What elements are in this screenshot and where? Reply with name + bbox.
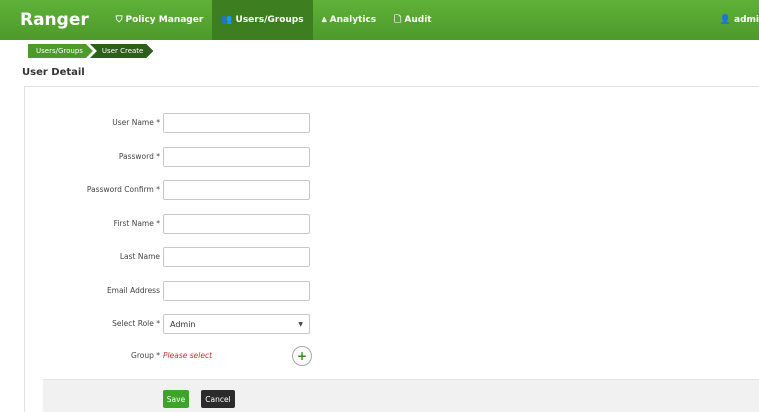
document-icon: 🗋 xyxy=(394,15,402,25)
first-name-input[interactable] xyxy=(163,214,310,234)
password-label: Password * xyxy=(118,152,160,161)
last-name-input[interactable] xyxy=(163,247,310,267)
form-row-password: Password * xyxy=(25,147,759,167)
brand-logo[interactable]: Ranger xyxy=(20,10,89,30)
analytics-icon: ⩓ xyxy=(321,15,327,25)
nav-policy-manager[interactable]: ⛉ Policy Manager xyxy=(107,0,213,40)
form-row-group: Group * Please select + xyxy=(25,346,759,366)
role-select[interactable]: Admin ▼ xyxy=(163,314,310,334)
form-actions: Save Cancel xyxy=(43,379,759,412)
role-select-value: Admin xyxy=(170,319,196,329)
nav-analytics[interactable]: ⩓ Analytics xyxy=(313,0,386,40)
user-menu-label: admi xyxy=(734,15,759,25)
shield-icon: ⛉ xyxy=(115,15,123,25)
user-form-panel: User Name * Password * Password Confirm … xyxy=(24,86,759,412)
user-icon: 👤 xyxy=(719,15,732,25)
nav-item-label: Users/Groups xyxy=(235,15,304,25)
email-input[interactable] xyxy=(163,281,310,301)
form-row-user-name: User Name * xyxy=(25,113,759,133)
group-select-placeholder[interactable]: Please select xyxy=(163,351,212,360)
last-name-label: Last Name xyxy=(119,252,160,261)
password-input[interactable] xyxy=(163,147,310,167)
users-icon: 👥 xyxy=(221,15,233,25)
password-confirm-input[interactable] xyxy=(163,180,310,200)
user-name-label: User Name * xyxy=(112,118,160,127)
chevron-down-icon: ▼ xyxy=(298,320,303,328)
group-label: Group * xyxy=(131,351,160,360)
breadcrumb-users-groups[interactable]: Users/Groups xyxy=(28,44,93,58)
plus-icon: + xyxy=(296,349,308,363)
nav-audit[interactable]: 🗋 Audit xyxy=(385,0,440,40)
select-role-label: Select Role * xyxy=(112,319,160,328)
breadcrumb: Users/Groups User Create xyxy=(28,44,153,58)
nav-item-label: Analytics xyxy=(329,15,377,25)
nav-item-label: Policy Manager xyxy=(125,15,204,25)
first-name-label: First Name * xyxy=(113,219,160,228)
form-row-first-name: First Name * xyxy=(25,214,759,234)
form-row-email: Email Address xyxy=(25,281,759,301)
save-button[interactable]: Save xyxy=(163,390,189,408)
cancel-button[interactable]: Cancel xyxy=(201,390,235,408)
user-menu[interactable]: 👤 admi xyxy=(720,0,759,40)
top-navbar: Ranger ⛉ Policy Manager 👥 Users/Groups ⩓… xyxy=(0,0,759,40)
password-confirm-label: Password Confirm * xyxy=(86,185,160,194)
nav-item-label: Audit xyxy=(404,15,432,25)
email-label: Email Address xyxy=(106,286,160,295)
form-row-password-confirm: Password Confirm * xyxy=(25,180,759,200)
breadcrumb-user-create: User Create xyxy=(90,44,153,58)
page-title: User Detail xyxy=(22,67,85,78)
form-row-select-role: Select Role * Admin ▼ xyxy=(25,314,759,334)
form-row-last-name: Last Name xyxy=(25,247,759,267)
add-group-button[interactable]: + xyxy=(292,346,312,366)
user-name-input[interactable] xyxy=(163,113,310,133)
nav-users-groups[interactable]: 👥 Users/Groups xyxy=(212,0,313,40)
